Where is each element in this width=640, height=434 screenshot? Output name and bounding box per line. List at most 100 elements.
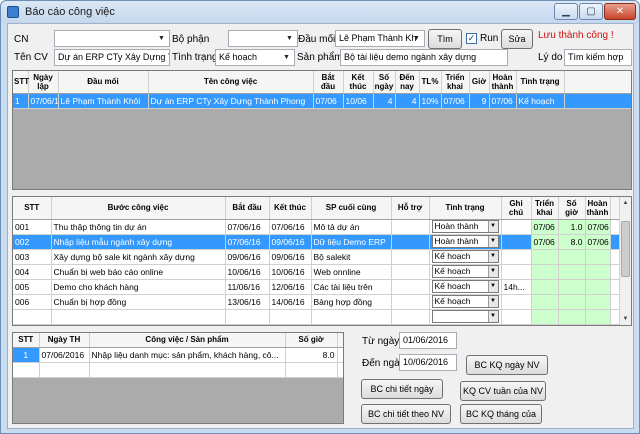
cell[interactable] (225, 309, 270, 325)
col-header[interactable]: Kết thúc (343, 71, 374, 94)
table-row[interactable]: 002 Nhập liệu mẫu ngành xây dựng 07/06/1… (13, 234, 620, 250)
cell[interactable]: 4 (373, 93, 396, 109)
cell[interactable]: 07/06/16 (28, 93, 59, 109)
col-header[interactable]: Giờ (469, 71, 490, 94)
cell[interactable]: 8.0 (285, 347, 338, 363)
col-header[interactable]: Đầu mối (58, 71, 149, 94)
cell[interactable] (558, 249, 586, 265)
cell[interactable]: 07/06 (489, 93, 517, 109)
run-checkbox[interactable]: ✓ (466, 33, 477, 44)
cell[interactable]: 1 (13, 93, 29, 109)
table-row[interactable]: 003 Xây dựng bộ sale kit ngành xây dựng … (13, 249, 620, 265)
cell[interactable]: Hoàn thành ▼ (429, 219, 502, 235)
cell[interactable]: 006 (13, 294, 52, 310)
cell[interactable] (585, 264, 611, 280)
cell[interactable]: ▼ (429, 309, 502, 325)
cell[interactable]: 003 (13, 249, 52, 265)
cell[interactable]: 9 (469, 93, 490, 109)
cell[interactable] (531, 279, 559, 295)
tungay-field[interactable]: 01/06/2016 (399, 332, 457, 349)
cell[interactable] (558, 264, 586, 280)
cell[interactable]: 11/06/16 (225, 279, 270, 295)
tinhtrang-combo[interactable]: Kế hoạch ▼ (215, 49, 295, 66)
cell[interactable] (531, 249, 559, 265)
cell[interactable] (51, 309, 226, 325)
col-header[interactable]: Hoàn thành (585, 197, 611, 220)
cell[interactable] (391, 234, 430, 250)
bc-chi-tiet-nv-button[interactable]: BC chi tiết theo NV (361, 404, 451, 424)
col-header[interactable]: Đến nay (395, 71, 420, 94)
cell[interactable]: Thu thập thông tin dự án (51, 219, 226, 235)
cell[interactable] (391, 279, 430, 295)
col-header[interactable]: Kết thúc (269, 197, 312, 220)
cell[interactable] (501, 309, 532, 325)
cell[interactable]: Hoàn thành ▼ (429, 234, 502, 250)
cell[interactable]: 1.0 (558, 219, 586, 235)
bc-kq-ngay-button[interactable]: BC KQ ngày NV (466, 355, 548, 375)
cell[interactable]: Bộ salekit (311, 249, 392, 265)
col-header[interactable]: Số ngày (373, 71, 396, 94)
col-header[interactable]: Số giờ (285, 333, 338, 348)
cell[interactable] (501, 249, 532, 265)
cell[interactable]: 10/06 (343, 93, 374, 109)
cell[interactable] (285, 362, 338, 378)
cell[interactable] (269, 309, 312, 325)
cell[interactable] (558, 294, 586, 310)
cell[interactable]: 07/06 (531, 234, 559, 250)
cell[interactable]: 10% (419, 93, 442, 109)
scroll-up-icon[interactable]: ▲ (620, 197, 631, 209)
cell[interactable] (585, 249, 611, 265)
cell[interactable]: 07/06/16 (225, 234, 270, 250)
cell[interactable]: 07/06 (313, 93, 344, 109)
cell[interactable] (531, 309, 559, 325)
cell[interactable]: Chuẩn bị hợp đồng (51, 294, 226, 310)
cell[interactable]: Kế hoạch ▼ (429, 249, 502, 265)
cell[interactable]: Các tài liệu trên (311, 279, 392, 295)
cell[interactable] (585, 279, 611, 295)
cell[interactable] (585, 294, 611, 310)
col-header[interactable]: Hoàn thành (489, 71, 517, 94)
cell[interactable]: 07/06/16 (225, 219, 270, 235)
cell[interactable]: 1 (13, 347, 40, 363)
cell[interactable]: 07/06/16 (269, 219, 312, 235)
scroll-down-icon[interactable]: ▼ (620, 313, 631, 325)
cell[interactable]: Mô tả dự án (311, 219, 392, 235)
cell[interactable] (13, 362, 40, 378)
table-row[interactable]: 001 Thu thập thông tin dự án 07/06/16 07… (13, 219, 620, 235)
cell[interactable]: Bảng hợp đồng (311, 294, 392, 310)
cell[interactable]: Nhập liệu danh mục: sản phẩm, khách hàng… (89, 347, 286, 363)
cell[interactable] (391, 219, 430, 235)
col-header[interactable]: Hỗ trợ (391, 197, 430, 220)
lydo-field[interactable]: Tìm kiếm hợp (564, 49, 632, 66)
cell[interactable]: 001 (13, 219, 52, 235)
col-header[interactable]: TL% (419, 71, 442, 94)
cell[interactable]: Web onnline (311, 264, 392, 280)
cell[interactable]: Xây dựng bộ sale kit ngành xây dựng (51, 249, 226, 265)
cell[interactable] (89, 362, 286, 378)
cell[interactable]: 005 (13, 279, 52, 295)
cell[interactable]: Kế hoạch ▼ (429, 279, 502, 295)
status-combo[interactable]: Kế hoạch ▼ (431, 250, 499, 263)
cell[interactable]: Kế hoạch ▼ (429, 294, 502, 310)
cell[interactable]: 10/06/16 (225, 264, 270, 280)
tencv-field[interactable]: Dự án ERP CTy Xây Dựng Thà (54, 49, 170, 66)
cell[interactable]: Kế hoạch ▼ (429, 264, 502, 280)
col-header[interactable]: Tình trạng (516, 71, 565, 94)
col-header[interactable]: Tên công việc (148, 71, 314, 94)
table-row[interactable]: 1 07/06/16 Lê Phạm Thành Khôi Dự án ERP … (13, 93, 631, 109)
cell[interactable]: 09/06/16 (269, 249, 312, 265)
maximize-button[interactable]: ▢ (579, 3, 603, 20)
cell[interactable]: 07/06 (531, 219, 559, 235)
minimize-button[interactable]: ▁ (554, 3, 578, 20)
table-row[interactable]: 004 Chuẩn bị web báo cáo online 10/06/16… (13, 264, 620, 280)
cell[interactable]: 14/06/16 (269, 294, 312, 310)
status-combo[interactable]: Kế hoạch ▼ (431, 265, 499, 278)
cell[interactable] (531, 294, 559, 310)
cell[interactable]: 07/06 (585, 234, 611, 250)
denngay-field[interactable]: 10/06/2016 (399, 354, 457, 371)
steps-grid-scrollbar[interactable]: ▲ ▼ (619, 197, 631, 325)
cell[interactable]: 004 (13, 264, 52, 280)
col-header[interactable]: Ghi chú (501, 197, 532, 220)
cell[interactable]: Demo cho khách hàng (51, 279, 226, 295)
cell[interactable]: 07/06/2016 (39, 347, 90, 363)
